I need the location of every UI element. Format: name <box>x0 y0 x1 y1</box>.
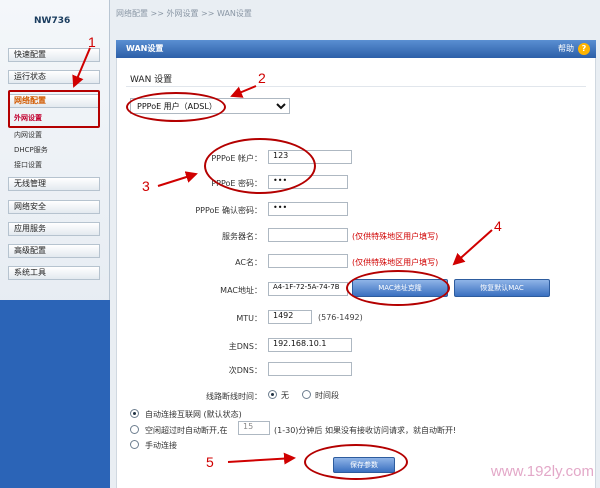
schedule-period-text: 时间段 <box>315 390 339 401</box>
sidebar-item-security[interactable]: 网络安全 <box>8 200 100 214</box>
connect-idle-radio[interactable] <box>130 425 139 434</box>
header-bar: WAN设置 帮助 ? <box>116 40 596 58</box>
content-panel <box>116 58 596 488</box>
sidebar: NW736 快速配置 运行状态 网络配置 外网设置 内网设置 DHCP服务 接口… <box>0 0 110 488</box>
sidebar-subitem-dhcp[interactable]: DHCP服务 <box>14 145 48 155</box>
annotation-ellipse-mode <box>126 92 226 122</box>
brand-logo: NW736 <box>34 16 70 26</box>
sidebar-item-wireless[interactable]: 无线管理 <box>8 177 100 191</box>
annotation-ellipse-mac <box>346 270 450 306</box>
mac-restore-button[interactable]: 恢复默认MAC <box>454 279 550 297</box>
annotation-number-5: 5 <box>206 454 214 470</box>
connect-manual-text: 手动连接 <box>145 440 177 451</box>
secondary-dns-label: 次DNS： <box>190 365 262 376</box>
annotation-number-3: 3 <box>142 178 150 194</box>
mtu-range-hint: (576-1492) <box>318 313 363 322</box>
section-title: WAN 设置 <box>130 72 172 85</box>
help-icon[interactable]: ? <box>578 43 590 55</box>
annotation-box-network <box>8 90 100 128</box>
connect-auto-radio[interactable] <box>130 409 139 418</box>
connect-manual-radio[interactable] <box>130 440 139 449</box>
sidebar-item-services[interactable]: 应用服务 <box>8 222 100 236</box>
breadcrumb: 网络配置 >> 外网设置 >> WAN设置 <box>116 8 252 19</box>
pppoe-confirm-label: PPPoE 确认密码： <box>170 205 262 216</box>
schedule-label: 线路断线时间： <box>170 391 262 402</box>
mtu-input[interactable]: 1492 <box>268 310 312 324</box>
sidebar-item-quick-setup[interactable]: 快速配置 <box>8 48 100 62</box>
pppoe-confirm-input[interactable]: ••• <box>268 202 348 216</box>
idle-minutes-input[interactable]: 15 <box>238 421 270 435</box>
ac-name-note: (仅供特殊地区用户填写) <box>352 257 438 268</box>
primary-dns-input[interactable]: 192.168.10.1 <box>268 338 352 352</box>
sidebar-item-status[interactable]: 运行状态 <box>8 70 100 84</box>
service-name-note: (仅供特殊地区用户填写) <box>352 231 438 242</box>
schedule-none-radio[interactable] <box>268 390 277 399</box>
watermark: www.192ly.com <box>491 463 594 480</box>
mtu-label: MTU： <box>190 313 262 324</box>
connect-auto-text: 自动连接互联网 (默认状态) <box>145 409 242 420</box>
annotation-ellipse-pppoe <box>204 138 316 194</box>
ac-name-label: AC名： <box>190 257 262 268</box>
section-divider <box>126 86 586 87</box>
connect-idle-text-post: (1-30)分钟后 如果没有接收访问请求，就自动断开! <box>274 425 456 436</box>
sidebar-subitem-interface[interactable]: 接口设置 <box>14 160 42 170</box>
connect-idle-text-pre: 空闲超过时自动断开,在 <box>145 425 228 436</box>
annotation-number-4: 4 <box>494 218 502 234</box>
annotation-number-1: 1 <box>88 34 96 50</box>
mac-input[interactable]: A4-1F-72-5A-74-7B <box>268 282 348 296</box>
schedule-none-text: 无 <box>281 390 289 401</box>
mac-label: MAC地址： <box>190 285 262 296</box>
tab-wan-settings[interactable]: WAN设置 <box>116 40 173 58</box>
service-name-input[interactable] <box>268 228 348 242</box>
ac-name-input[interactable] <box>268 254 348 268</box>
annotation-ellipse-save <box>304 444 408 480</box>
sidebar-footer-bar <box>0 300 110 488</box>
schedule-period-radio[interactable] <box>302 390 311 399</box>
annotation-number-2: 2 <box>258 70 266 86</box>
primary-dns-label: 主DNS： <box>190 341 262 352</box>
service-name-label: 服务器名： <box>190 231 262 242</box>
sidebar-item-advanced[interactable]: 高级配置 <box>8 244 100 258</box>
help-link[interactable]: 帮助 <box>558 40 574 58</box>
sidebar-item-tools[interactable]: 系统工具 <box>8 266 100 280</box>
secondary-dns-input[interactable] <box>268 362 352 376</box>
sidebar-subitem-lan[interactable]: 内网设置 <box>14 130 42 140</box>
